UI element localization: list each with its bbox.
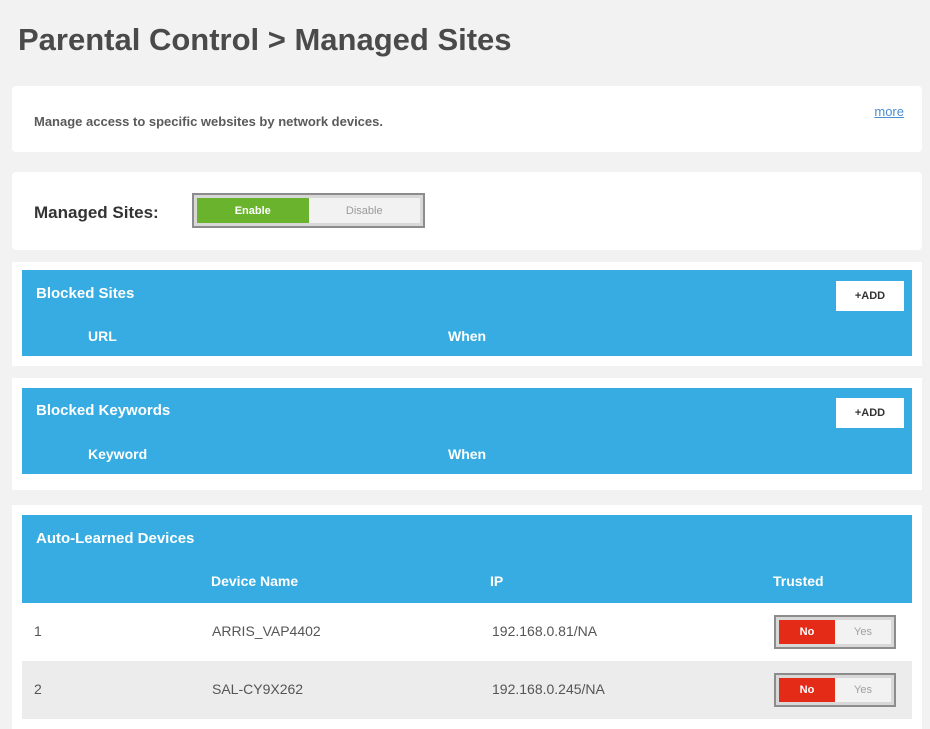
managed-sites-page: Parental Control > Managed Sites Manage … xyxy=(0,0,930,729)
add-blocked-site-button[interactable]: +ADD xyxy=(836,281,904,311)
trusted-toggle: No Yes xyxy=(774,615,896,649)
device-ip: 192.168.0.245/NA xyxy=(492,681,605,697)
auto-learned-devices-title: Auto-Learned Devices xyxy=(36,530,195,547)
column-ip: IP xyxy=(490,573,504,589)
trusted-yes-button[interactable]: Yes xyxy=(835,678,891,702)
column-url: URL xyxy=(88,328,117,344)
blocked-sites-header: Blocked Sites +ADD URL When xyxy=(22,270,912,356)
add-blocked-keyword-button[interactable]: +ADD xyxy=(836,398,904,428)
managed-sites-label: Managed Sites: xyxy=(34,203,159,222)
managed-sites-card: Managed Sites: Enable Disable xyxy=(12,172,922,250)
page-title: Parental Control > Managed Sites xyxy=(18,22,512,57)
trusted-toggle: No Yes xyxy=(774,673,896,707)
device-name: SAL-CY9X262 xyxy=(212,681,304,697)
table-row: 1 ARRIS_VAP4402 192.168.0.81/NA No Yes xyxy=(22,603,912,661)
blocked-keywords-title: Blocked Keywords xyxy=(36,402,171,419)
column-trusted: Trusted xyxy=(773,573,824,589)
row-index: 1 xyxy=(34,623,42,639)
trusted-yes-button[interactable]: Yes xyxy=(835,620,891,644)
column-keyword: Keyword xyxy=(88,446,148,462)
row-index: 2 xyxy=(34,681,42,697)
blocked-keywords-header: Blocked Keywords +ADD Keyword When xyxy=(22,388,912,474)
column-when: When xyxy=(448,328,487,344)
managed-sites-toggle: Enable Disable xyxy=(192,193,425,228)
auto-learned-devices-panel: Auto-Learned Devices Device Name IP Trus… xyxy=(12,505,922,729)
column-device-name: Device Name xyxy=(211,573,299,589)
column-when: When xyxy=(448,446,487,462)
auto-learned-devices-header: Auto-Learned Devices Device Name IP Trus… xyxy=(22,515,912,603)
description-card: Manage access to specific websites by ne… xyxy=(12,86,922,152)
table-row: 2 SAL-CY9X262 192.168.0.245/NA No Yes xyxy=(22,661,912,719)
device-ip: 192.168.0.81/NA xyxy=(492,623,598,639)
trusted-no-button[interactable]: No xyxy=(779,620,835,644)
enable-button[interactable]: Enable xyxy=(197,198,309,223)
blocked-keywords-panel: Blocked Keywords +ADD Keyword When xyxy=(12,378,922,490)
blocked-sites-title: Blocked Sites xyxy=(36,285,135,302)
disable-button[interactable]: Disable xyxy=(308,198,420,223)
more-link[interactable]: more xyxy=(874,104,904,119)
blocked-sites-panel: Blocked Sites +ADD URL When xyxy=(12,262,922,366)
trusted-no-button[interactable]: No xyxy=(779,678,835,702)
device-name: ARRIS_VAP4402 xyxy=(212,623,321,639)
description-text: Manage access to specific websites by ne… xyxy=(34,114,383,129)
